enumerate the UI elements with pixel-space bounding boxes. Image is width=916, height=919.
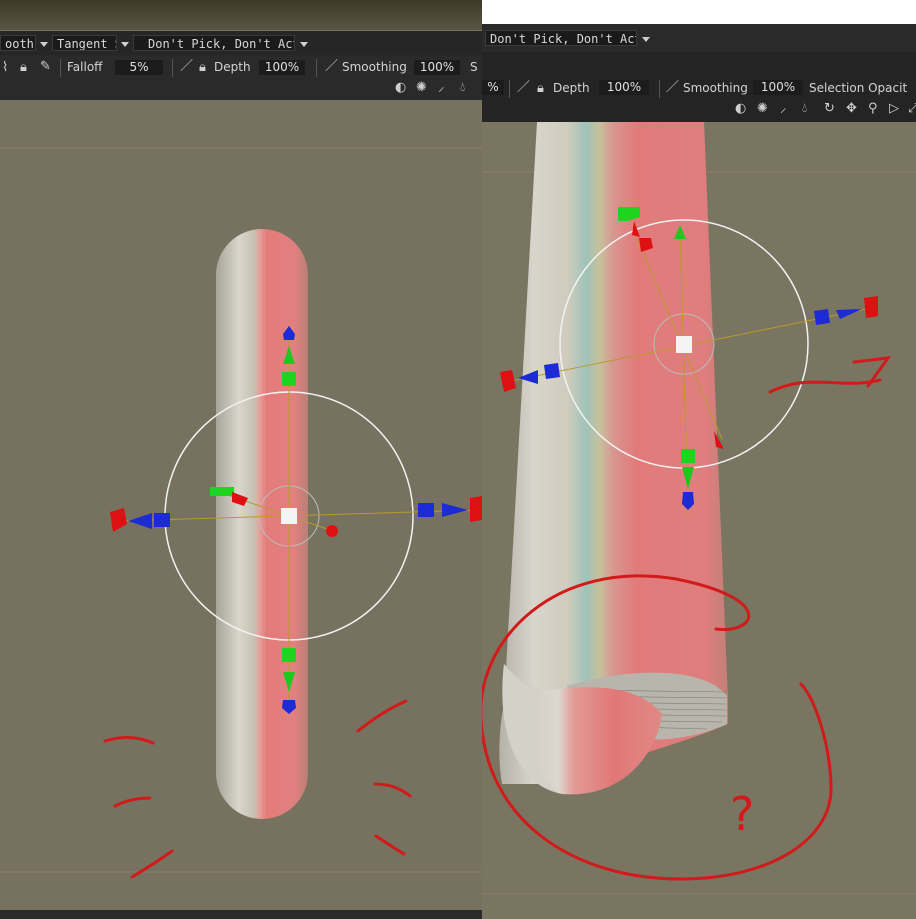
right-viewport-panel: Don't Pick, Don't Act % ／ 🔒︎ Depth 100% … (482, 24, 916, 919)
left-viewport-panel: ooth Tangent S Don't Pick, Don't Act ⌇ 🔒… (0, 0, 482, 919)
right-viewport[interactable]: ? (482, 24, 916, 919)
question-mark-annotation: ? (730, 787, 754, 841)
left-viewport[interactable] (0, 0, 482, 919)
transform-gizmo[interactable] (110, 325, 482, 714)
